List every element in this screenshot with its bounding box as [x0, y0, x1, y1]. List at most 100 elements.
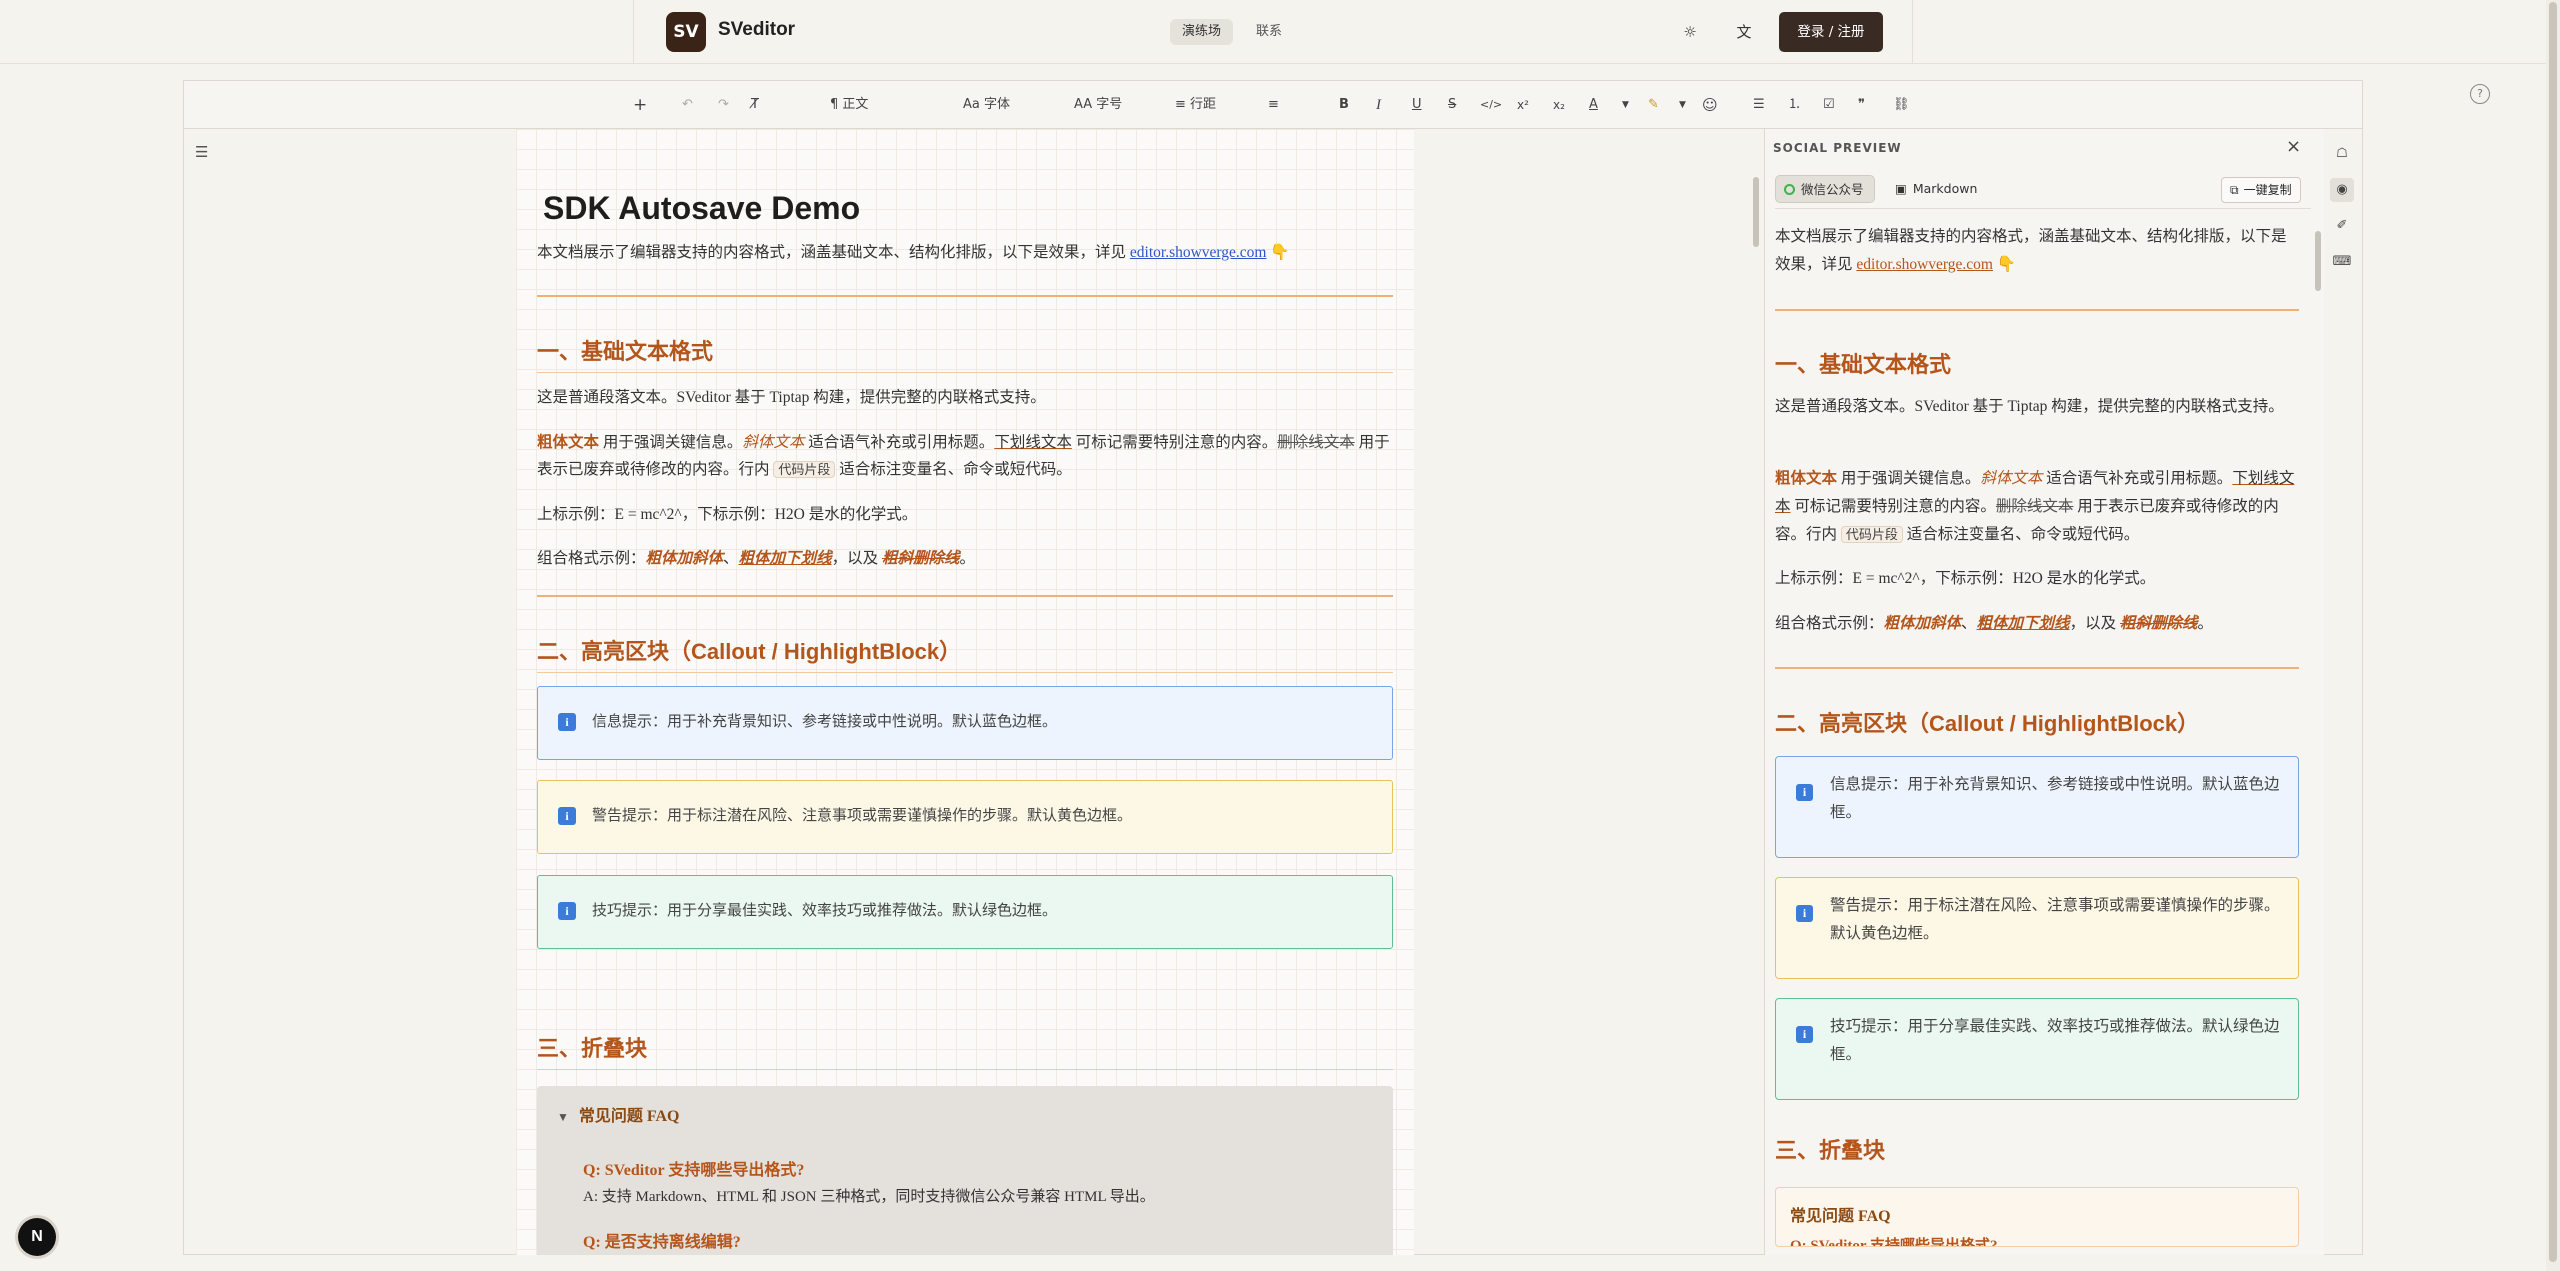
font-family-select[interactable]: Aa 字体	[963, 95, 1010, 115]
highlight-button[interactable]: ✎	[1648, 95, 1659, 115]
dev-badge[interactable]: N	[18, 1218, 56, 1256]
clear-format-button[interactable]: T̸	[751, 95, 759, 115]
preview-scrollbar[interactable]	[2313, 207, 2323, 1255]
preview-combo-paragraph: 组合格式示例：粗体加斜体、粗体加下划线，以及 粗斜删除线。	[1775, 610, 2299, 638]
preview-callout-tip-text: 技巧提示：用于分享最佳实践、效率技巧或推荐做法。默认绿色边框。	[1830, 1018, 2280, 1063]
intro-paragraph[interactable]: 本文档展示了编辑器支持的内容格式，涵盖基础文本、结构化排版，以下是效果，详见 e…	[537, 239, 1393, 266]
text-run: 用于强调关键信息。	[599, 434, 743, 451]
document-canvas[interactable]: SDK Autosave Demo 本文档展示了编辑器支持的内容格式，涵盖基础文…	[516, 129, 1414, 1255]
callout-warning[interactable]: i 警告提示：用于标注潜在风险、注意事项或需要谨慎操作的步骤。默认黄色边框。	[537, 780, 1393, 854]
text-run: 。	[959, 550, 975, 567]
point-down-icon: 👇	[1270, 244, 1290, 261]
outline-toggle-icon[interactable]: ☰	[195, 143, 208, 161]
page-scrollbar-thumb[interactable]	[2549, 2, 2557, 1262]
text-color-button[interactable]: A	[1589, 95, 1598, 115]
preview-collapse-block: 常见问题 FAQ Q: SVeditor 支持哪些导出格式?	[1775, 1187, 2299, 1247]
collapse-block[interactable]: ▼ 常见问题 FAQ Q: SVeditor 支持哪些导出格式? A: 支持 Ma…	[537, 1086, 1393, 1255]
add-block-button[interactable]: +	[633, 95, 647, 115]
collapse-triangle-icon[interactable]: ▼	[557, 1110, 569, 1124]
link-button[interactable]: ⛓	[1893, 95, 1910, 115]
text-run: ，以及	[831, 550, 882, 567]
wechat-icon	[1784, 184, 1795, 195]
redo-button[interactable]: ↷	[718, 95, 729, 115]
ordered-list-button[interactable]: ⒈	[1788, 95, 1801, 115]
social-preview-icon[interactable]: ◉	[2330, 178, 2354, 202]
highlight-chevron-icon[interactable]: ▼	[1679, 95, 1686, 115]
intro-link[interactable]: editor.showverge.com	[1130, 244, 1267, 261]
info-icon: i	[1796, 1026, 1813, 1043]
text-color-chevron-icon[interactable]: ▼	[1622, 95, 1629, 115]
text-run: 、	[723, 550, 739, 567]
preview-intro: 本文档展示了编辑器支持的内容格式，涵盖基础文本、结构化排版，以下是效果，详见 e…	[1775, 223, 2299, 279]
editor-scrollbar[interactable]	[1751, 129, 1761, 1255]
bullet-list-button[interactable]: ☰	[1753, 95, 1765, 115]
heading-callout[interactable]: 二、高亮区块（Callout / HighlightBlock）	[537, 634, 1393, 673]
bot-icon[interactable]: ☖	[2330, 142, 2354, 166]
task-list-button[interactable]: ☑	[1823, 95, 1835, 115]
theme-toggle-icon[interactable]: ☼	[1678, 20, 1702, 44]
text-run: 适合语气补充或引用标题。	[2042, 470, 2233, 487]
callout-tip[interactable]: i 技巧提示：用于分享最佳实践、效率技巧或推荐做法。默认绿色边框。	[537, 875, 1393, 949]
inline-format-paragraph[interactable]: 粗体文本 用于强调关键信息。斜体文本 适合语气补充或引用标题。下划线文本 可标记…	[537, 429, 1393, 483]
callout-tip-text: 技巧提示：用于分享最佳实践、效率技巧或推荐做法。默认绿色边框。	[592, 903, 1058, 919]
editor-toolbar: + ↶ ↷ T̸ ¶ 正文 Aa 字体 AA 字号 ≡ 行距 ≡ B I U S…	[184, 81, 2362, 129]
divider	[537, 595, 1393, 597]
quote-button[interactable]: ❞	[1858, 95, 1865, 115]
nav-contact[interactable]: 联系	[1256, 19, 1282, 45]
underline-button[interactable]: U	[1412, 95, 1422, 115]
page-scrollbar[interactable]	[2546, 0, 2560, 1271]
tab-markdown-label: Markdown	[1912, 181, 1978, 196]
paragraph-style-select[interactable]: ¶ 正文	[830, 95, 868, 115]
preview-scrollbar-thumb[interactable]	[2315, 231, 2321, 291]
document-title[interactable]: SDK Autosave Demo	[543, 190, 860, 227]
close-icon[interactable]: ×	[2286, 136, 2301, 157]
login-button[interactable]: 登录 / 注册	[1779, 12, 1883, 52]
info-icon: i	[1796, 784, 1813, 801]
superscript-button[interactable]: x²	[1517, 95, 1529, 115]
callout-info[interactable]: i 信息提示：用于补充背景知识、参考链接或中性说明。默认蓝色边框。	[537, 686, 1393, 760]
brush-icon[interactable]: ✐	[2330, 214, 2354, 238]
code-button[interactable]: </>	[1480, 95, 1502, 115]
language-icon[interactable]: 文	[1732, 20, 1756, 44]
font-size-select[interactable]: AA 字号	[1074, 95, 1122, 115]
text-run: 适合语气补充或引用标题。	[804, 434, 995, 451]
combo-format-paragraph[interactable]: 组合格式示例：粗体加斜体、粗体加下划线，以及 粗斜删除线。	[537, 545, 1393, 572]
divider	[537, 295, 1393, 297]
keyboard-icon[interactable]: ⌨	[2330, 250, 2354, 274]
editor-scrollbar-thumb[interactable]	[1753, 177, 1759, 247]
callout-warning-text: 警告提示：用于标注潜在风险、注意事项或需要谨慎操作的步骤。默认黄色边框。	[592, 808, 1133, 824]
help-icon[interactable]: ?	[2470, 84, 2490, 104]
info-icon: i	[558, 902, 576, 920]
text-run: ，以及	[2069, 615, 2120, 632]
collapse-header[interactable]: ▼ 常见问题 FAQ	[557, 1102, 679, 1126]
subscript-button[interactable]: x₂	[1553, 95, 1565, 115]
align-select[interactable]: ≡	[1268, 95, 1279, 115]
faq-question[interactable]: Q: 是否支持离线编辑?	[583, 1228, 741, 1252]
undo-button[interactable]: ↶	[682, 95, 693, 115]
copy-icon: ⧉	[2230, 183, 2239, 197]
heading-basic-format[interactable]: 一、基础文本格式	[537, 334, 1393, 373]
preview-intro-link[interactable]: editor.showverge.com	[1856, 256, 1993, 273]
bold-button[interactable]: B	[1339, 95, 1349, 115]
point-down-icon: 👇	[1996, 256, 2017, 273]
emoji-button[interactable]: ☺	[1702, 95, 1718, 115]
nav-playground[interactable]: 演练场	[1170, 19, 1234, 45]
sup-sub-paragraph[interactable]: 上标示例：E = mc^2^，下标示例：H2O 是水的化学式。	[537, 501, 1393, 528]
app-logo[interactable]: SV	[666, 12, 706, 52]
normal-paragraph[interactable]: 这是普通段落文本。SVeditor 基于 Tiptap 构建，提供完整的内联格式…	[537, 384, 1393, 411]
strikethrough-sample: 删除线文本	[1277, 434, 1355, 451]
faq-answer[interactable]: A: 支持 Markdown、HTML 和 JSON 三种格式，同时支持微信公众…	[583, 1185, 1155, 1206]
tab-markdown[interactable]: ▣ Markdown	[1887, 175, 1987, 203]
app-brand[interactable]: SVeditor	[718, 19, 795, 41]
line-height-select[interactable]: ≡ 行距	[1175, 95, 1216, 115]
panel-title: SOCIAL PREVIEW	[1773, 141, 1902, 155]
heading-collapse[interactable]: 三、折叠块	[537, 1031, 1393, 1070]
info-icon: i	[558, 713, 576, 731]
faq-question[interactable]: Q: SVeditor 支持哪些导出格式?	[583, 1156, 804, 1180]
preview-inline-format-paragraph: 粗体文本 用于强调关键信息。斜体文本 适合语气补充或引用标题。下划线文本 可标记…	[1775, 465, 2299, 549]
strikethrough-button[interactable]: S	[1448, 95, 1456, 115]
tab-wechat[interactable]: 微信公众号	[1775, 175, 1875, 203]
italic-button[interactable]: I	[1376, 95, 1381, 115]
copy-all-button[interactable]: ⧉ 一键复制	[2221, 177, 2301, 203]
text-run: 适合标注变量名、命令或短代码。	[835, 461, 1072, 478]
